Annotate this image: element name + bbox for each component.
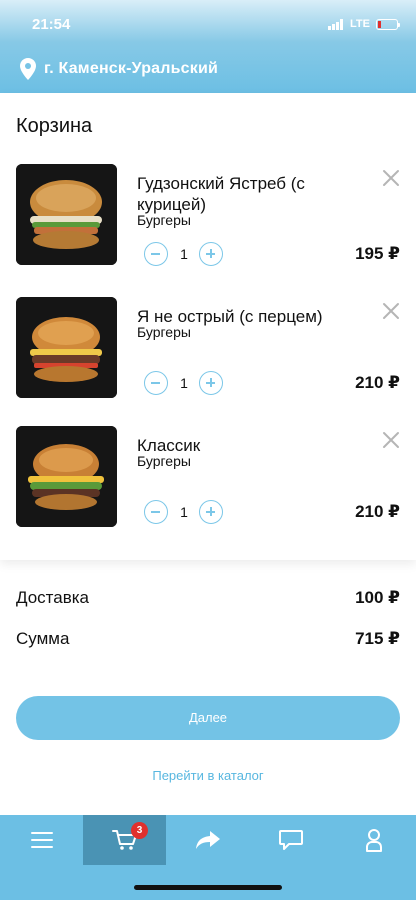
remove-item-button[interactable] [381,168,401,188]
cart-panel: Корзина Гудзонский Ястреб (с курицей) Бу… [0,93,416,560]
item-quantity: 1 [180,375,188,391]
item-category: Бургеры [137,212,191,228]
total-label: Сумма [16,629,70,648]
item-quantity: 1 [180,246,188,262]
item-price: 195 ₽ [355,244,400,263]
item-category: Бургеры [137,453,191,469]
status-time: 21:54 [32,16,71,33]
catalog-link[interactable]: Перейти в каталог [0,768,416,783]
status-indicators: LTE [328,18,400,30]
order-summary: Доставка 100 ₽ Сумма 715 ₽ Далее Перейти… [0,560,416,815]
signal-icon [328,18,344,30]
home-indicator [134,885,282,890]
header: 21:54 LTE г. Каменск-Уральский [0,0,416,93]
decrease-quantity-button[interactable] [144,371,168,395]
tab-cart[interactable]: 3 [83,815,166,865]
increase-quantity-button[interactable] [199,371,223,395]
tab-chat[interactable] [249,815,332,865]
cart-item: Гудзонский Ястреб (с курицей) Бургеры 1 … [0,164,416,274]
tab-profile[interactable] [332,815,415,865]
product-image [16,297,117,398]
battery-icon [376,18,400,30]
item-quantity: 1 [180,504,188,520]
remove-item-button[interactable] [381,430,401,450]
menu-icon [30,832,53,848]
next-button[interactable]: Далее [16,696,400,740]
delivery-value: 100 ₽ [355,588,400,607]
location-pin-icon [20,58,36,80]
increase-quantity-button[interactable] [199,500,223,524]
chat-icon [278,830,303,850]
network-label: LTE [350,18,370,30]
item-category: Бургеры [137,324,191,340]
cart-count-badge: 3 [131,822,148,839]
location-selector[interactable]: г. Каменск-Уральский [20,58,218,80]
decrease-quantity-button[interactable] [144,500,168,524]
decrease-quantity-button[interactable] [144,242,168,266]
cart-item: Классик Бургеры 1 210 ₽ [0,426,416,536]
remove-item-button[interactable] [381,301,401,321]
delivery-label: Доставка [16,588,90,607]
product-image [16,426,117,527]
item-name: Гудзонский Ястреб (с курицей) [137,174,305,214]
share-icon [195,831,220,849]
total-value: 715 ₽ [355,629,400,648]
tab-bar: 3 [0,815,416,900]
profile-icon [365,829,382,852]
item-price: 210 ₽ [355,502,400,521]
cart-item: Я не острый (с перцем) Бургеры 1 210 ₽ [0,297,416,407]
tab-share[interactable] [166,815,249,865]
increase-quantity-button[interactable] [199,242,223,266]
product-image [16,164,117,265]
city-label: г. Каменск-Уральский [44,60,219,77]
item-price: 210 ₽ [355,373,400,392]
page-title: Корзина [16,115,93,137]
tab-menu[interactable] [0,815,83,865]
